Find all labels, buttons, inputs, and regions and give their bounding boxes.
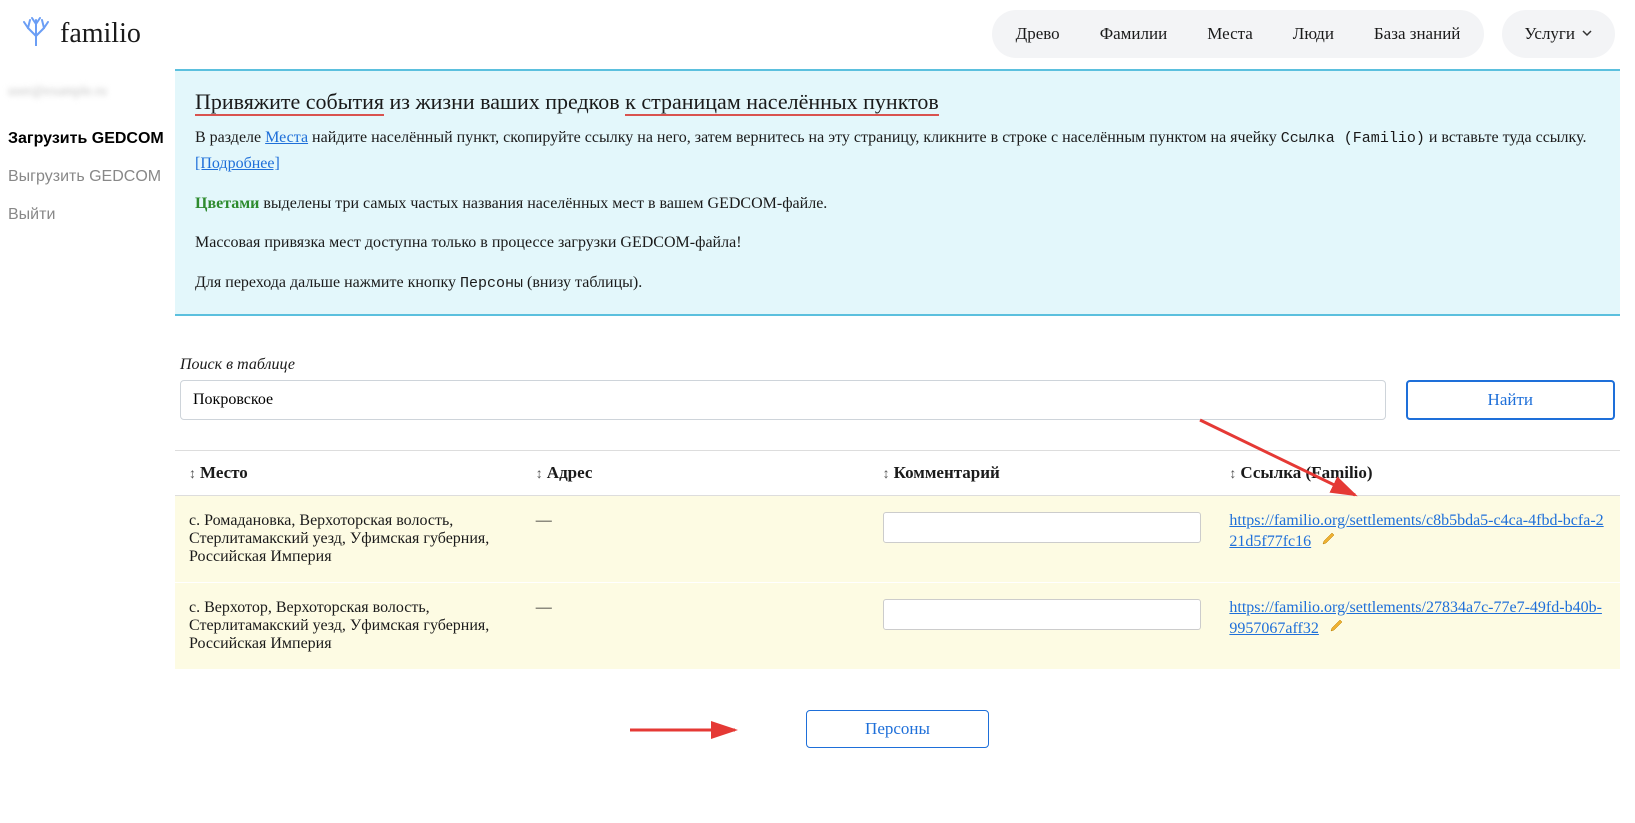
nav-tree[interactable]: Древо: [996, 14, 1080, 54]
nav-people[interactable]: Люди: [1273, 14, 1354, 54]
pencil-icon[interactable]: [1321, 530, 1337, 551]
nav-places[interactable]: Места: [1187, 14, 1273, 54]
p1-code: Ссылка (Familio): [1281, 130, 1425, 147]
sort-icon: ↕: [536, 465, 543, 481]
table-row: с. Верхотор, Верхоторская волость, Стерл…: [175, 582, 1620, 669]
content: user@example.ru Загрузить GEDCOM Выгрузи…: [0, 69, 1635, 778]
info-para4: Для перехода дальше нажмите кнопку Персо…: [195, 270, 1600, 296]
sidebar-email: user@example.ru: [8, 84, 167, 100]
nav: Древо Фамилии Места Люди База знаний Усл…: [992, 10, 1615, 58]
sort-icon: ↕: [883, 465, 890, 481]
header: familio Древо Фамилии Места Люди База зн…: [0, 0, 1635, 69]
sidebar-export-gedcom[interactable]: Выгрузить GEDCOM: [8, 158, 167, 196]
comment-input[interactable]: [883, 512, 1202, 543]
info-para1: В разделе Места найдите населённый пункт…: [195, 125, 1600, 177]
title-part2: из жизни ваших предков: [384, 89, 625, 114]
comment-input[interactable]: [883, 599, 1202, 630]
persons-button[interactable]: Персоны: [806, 710, 989, 748]
logo-text: familio: [60, 18, 141, 50]
places-link[interactable]: Места: [265, 129, 308, 146]
p1-a: В разделе: [195, 129, 265, 146]
cell-link: https://familio.org/settlements/27834a7c…: [1215, 582, 1620, 669]
th-link[interactable]: ↕Ссылка (Familio): [1215, 450, 1620, 495]
search-input[interactable]: [180, 380, 1386, 420]
logo[interactable]: familio: [20, 14, 141, 54]
cell-comment: [869, 582, 1216, 669]
search-row: Найти: [180, 380, 1615, 420]
info-box: Привяжите события из жизни ваших предков…: [175, 69, 1620, 316]
title-part1: Привяжите события: [195, 89, 384, 114]
cell-comment: [869, 495, 1216, 582]
table-row: с. Ромадановка, Верхоторская волость, Ст…: [175, 495, 1620, 582]
info-para2: Цветами выделены три самых частых назван…: [195, 191, 1600, 217]
p4-a: Для перехода дальше нажмите кнопку: [195, 274, 460, 291]
nav-surnames[interactable]: Фамилии: [1080, 14, 1188, 54]
sidebar: user@example.ru Загрузить GEDCOM Выгрузи…: [0, 69, 175, 778]
th-place-label: Место: [200, 463, 248, 482]
search-label: Поиск в таблице: [180, 356, 1615, 374]
settlement-link[interactable]: https://familio.org/settlements/27834a7c…: [1229, 599, 1602, 637]
th-address[interactable]: ↕Адрес: [522, 450, 869, 495]
th-comment[interactable]: ↕Комментарий: [869, 450, 1216, 495]
footer-button-wrap: Персоны: [175, 710, 1620, 748]
p4-code: Персоны: [460, 275, 523, 292]
table-wrapper: ↕Место ↕Адрес ↕Комментарий ↕Ссылка (Fami…: [175, 450, 1620, 670]
info-title: Привяжите события из жизни ваших предков…: [195, 89, 939, 115]
nav-group: Древо Фамилии Места Люди База знаний: [992, 10, 1485, 58]
th-comment-label: Комментарий: [894, 463, 1000, 482]
p2-rest: выделены три самых частых названия насел…: [259, 195, 827, 212]
annotation-arrow-2: [625, 718, 745, 742]
cell-link: https://familio.org/settlements/c8b5bda5…: [1215, 495, 1620, 582]
main: Привяжите события из жизни ваших предков…: [175, 69, 1635, 778]
sidebar-logout[interactable]: Выйти: [8, 196, 167, 234]
search-section: Поиск в таблице Найти: [175, 356, 1620, 420]
th-link-label: Ссылка (Familio): [1240, 463, 1372, 482]
places-table: ↕Место ↕Адрес ↕Комментарий ↕Ссылка (Fami…: [175, 450, 1620, 670]
info-para3: Массовая привязка мест доступна только в…: [195, 230, 1600, 256]
nav-services-label: Услуги: [1524, 24, 1575, 44]
nav-knowledge[interactable]: База знаний: [1354, 14, 1480, 54]
chevron-down-icon: [1581, 24, 1593, 44]
p1-c: и вставьте туда ссылку.: [1425, 129, 1587, 146]
cell-address: —: [522, 582, 869, 669]
search-button[interactable]: Найти: [1406, 380, 1615, 420]
title-part3: к страницам населённых пунктов: [625, 89, 939, 114]
sort-icon: ↕: [1229, 465, 1236, 481]
pencil-icon[interactable]: [1329, 617, 1345, 638]
more-link[interactable]: [Подробнее]: [195, 155, 280, 172]
cell-address: —: [522, 495, 869, 582]
cell-place: с. Ромадановка, Верхоторская волость, Ст…: [175, 495, 522, 582]
settlement-link[interactable]: https://familio.org/settlements/c8b5bda5…: [1229, 512, 1603, 550]
sidebar-load-gedcom[interactable]: Загрузить GEDCOM: [8, 120, 167, 158]
nav-services[interactable]: Услуги: [1502, 10, 1615, 58]
p2-green: Цветами: [195, 195, 259, 212]
p1-b: найдите населённый пункт, скопируйте ссы…: [308, 129, 1281, 146]
th-place[interactable]: ↕Место: [175, 450, 522, 495]
th-address-label: Адрес: [547, 463, 593, 482]
sort-icon: ↕: [189, 465, 196, 481]
tree-icon: [20, 14, 52, 54]
cell-place: с. Верхотор, Верхоторская волость, Стерл…: [175, 582, 522, 669]
p4-b: (внизу таблицы).: [523, 274, 642, 291]
